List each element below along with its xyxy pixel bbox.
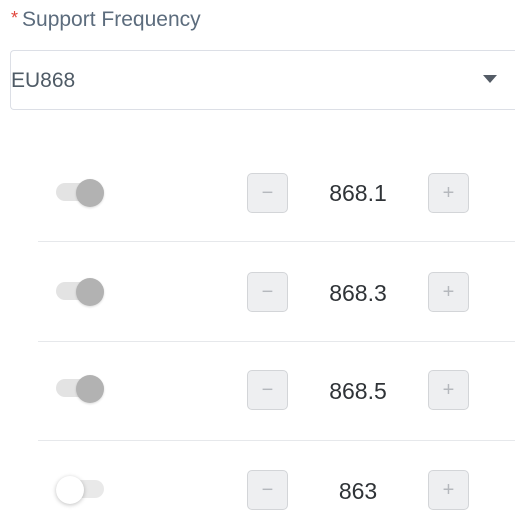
support-frequency-label: * Support Frequency <box>11 5 201 35</box>
toggle-knob <box>56 476 84 504</box>
channel-4-decrement-button[interactable]: − <box>247 470 288 510</box>
toggle-knob <box>76 375 104 403</box>
channel-2-increment-button[interactable]: + <box>428 272 469 312</box>
channel-2-frequency: 868.3 <box>329 280 387 306</box>
toggle-knob <box>76 179 104 207</box>
channel-3-increment-button[interactable]: + <box>428 370 469 410</box>
frequency-select[interactable]: EU868 <box>10 50 515 110</box>
channel-4-increment-button[interactable]: + <box>428 470 469 510</box>
channel-row-4: − 863 + <box>38 440 515 532</box>
channel-1-toggle[interactable] <box>56 179 104 207</box>
channel-2-decrement-button[interactable]: − <box>247 272 288 312</box>
channel-row-3: − 868.5 + <box>38 341 515 441</box>
required-asterisk: * <box>11 8 19 28</box>
support-frequency-label-text: Support Frequency <box>22 8 201 31</box>
channel-1-frequency: 868.1 <box>329 180 387 206</box>
channel-3-frequency: 868.5 <box>329 378 387 404</box>
channel-row-1: − 868.1 + <box>38 142 515 242</box>
caret-down-icon[interactable] <box>483 75 497 83</box>
channel-3-toggle[interactable] <box>56 375 104 403</box>
channel-4-frequency: 863 <box>338 478 378 504</box>
channel-3-decrement-button[interactable]: − <box>247 370 288 410</box>
channel-2-toggle[interactable] <box>56 278 104 306</box>
channel-4-toggle[interactable] <box>56 476 104 504</box>
frequency-select-value: EU868 <box>11 69 76 92</box>
channel-row-2: − 868.3 + <box>38 242 515 342</box>
toggle-knob <box>76 278 104 306</box>
channel-1-decrement-button[interactable]: − <box>247 173 288 213</box>
channel-1-increment-button[interactable]: + <box>428 173 469 213</box>
support-frequency-panel: * Support Frequency EU868 − 868.1 + − 868… <box>0 0 515 532</box>
